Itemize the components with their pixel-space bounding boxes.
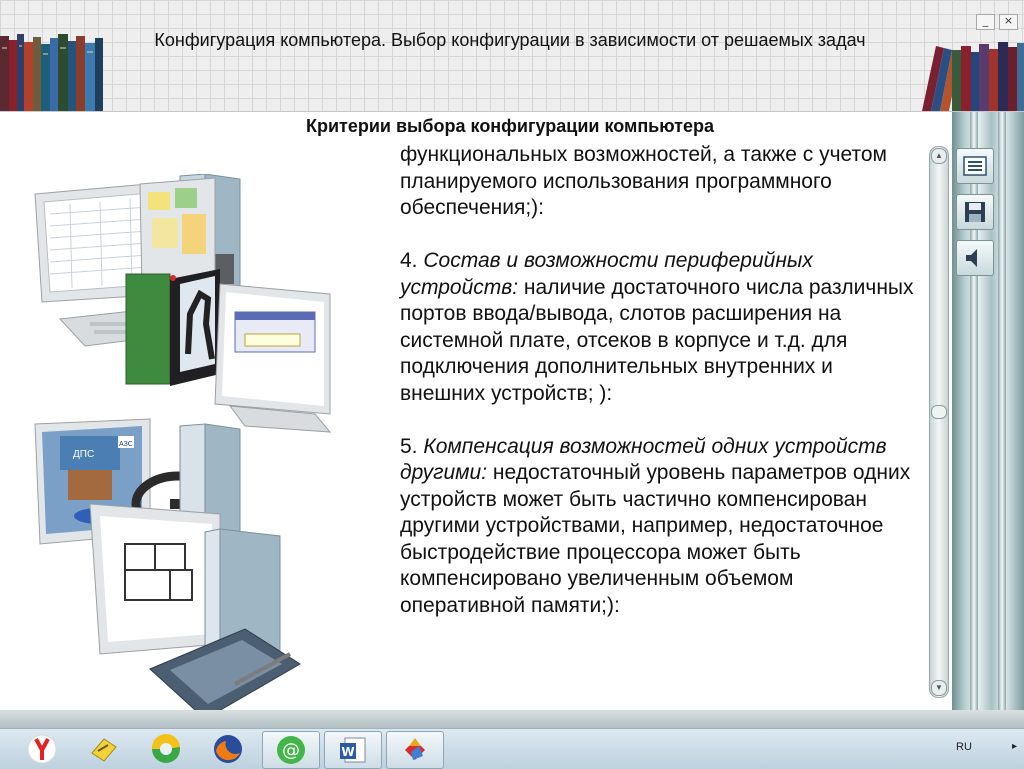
language-indicator[interactable]: RU xyxy=(956,741,972,753)
taskbar: @ W RU ▸ xyxy=(0,728,1024,769)
window-header: Конфигурация компьютера. Выбор конфигура… xyxy=(0,0,1024,112)
contents-button[interactable] xyxy=(956,148,994,184)
paragraph-1-text: функциональных возможностей, а также с у… xyxy=(400,143,887,219)
paragraph-2: 4. Состав и возможности периферийных уст… xyxy=(400,248,920,407)
paragraph-1: функциональных возможностей, а также с у… xyxy=(400,142,920,222)
bookshelf-right-decoration xyxy=(922,42,1024,111)
mail-agent-icon: @ xyxy=(277,736,305,764)
player-bottom-strip xyxy=(0,710,1024,730)
panel-pipe-decoration xyxy=(998,112,1006,710)
scroll-thumb[interactable] xyxy=(931,405,947,419)
scroll-up-button[interactable]: ▲ xyxy=(931,148,947,164)
paragraph-3-text: недостаточный уровень параметров одних у… xyxy=(400,461,911,617)
contents-list-icon xyxy=(963,156,987,176)
window-controls: _ × xyxy=(976,14,1018,30)
firefox-icon xyxy=(214,735,242,763)
yandex-browser-icon xyxy=(27,734,57,764)
graphics-workstation xyxy=(125,269,220,386)
gas-station-sign-label: АЗС xyxy=(119,441,133,448)
bookshelf-left-decoration xyxy=(0,34,103,111)
taskbar-app-5[interactable]: @ xyxy=(262,731,320,769)
taskbar-app-2[interactable] xyxy=(76,731,132,767)
save-disk-icon xyxy=(965,202,985,222)
criteria-text: функциональных возможностей, а также с у… xyxy=(400,142,920,619)
office-monitor xyxy=(214,283,332,433)
scroll-down-button[interactable]: ▼ xyxy=(931,680,947,696)
taskbar-app-7[interactable] xyxy=(386,731,444,769)
computer-configurations-illustration: ДПС АЗС xyxy=(34,174,332,720)
minimize-button[interactable]: _ xyxy=(976,14,995,30)
tools-panel xyxy=(952,112,1024,710)
section-title: Критерии выбора конфигурации компьютера xyxy=(305,116,715,136)
speaker-icon xyxy=(966,249,977,267)
paragraph-2-number: 4. xyxy=(400,249,424,272)
taskbar-app-4[interactable] xyxy=(200,731,256,767)
svg-text:W: W xyxy=(341,745,354,759)
word-icon: W xyxy=(340,737,366,763)
taskbar-app-1[interactable] xyxy=(14,731,70,767)
window-title: Конфигурация компьютера. Выбор конфигура… xyxy=(154,30,866,50)
chrome-like-browser-icon xyxy=(151,733,180,763)
content-area: Критерии выбора конфигурации компьютера xyxy=(0,112,952,720)
svg-text:@: @ xyxy=(282,740,300,761)
paragraph-3: 5. Компенсация возможностей одних устрой… xyxy=(400,434,920,620)
save-button[interactable] xyxy=(956,194,994,230)
vertical-scrollbar[interactable]: ▲ ▼ xyxy=(929,146,949,698)
police-label: ДПС xyxy=(73,449,94,460)
paragraph-3-number: 5. xyxy=(400,434,424,458)
presentation-app-icon xyxy=(405,738,425,760)
taskbar-app-3[interactable] xyxy=(138,731,194,767)
cad-monitor xyxy=(89,503,221,655)
taskbar-app-6[interactable]: W xyxy=(324,731,382,769)
file-manager-icon xyxy=(91,738,117,762)
close-button[interactable]: × xyxy=(999,14,1018,30)
sound-button[interactable] xyxy=(956,240,994,276)
tray-expand-icon[interactable]: ▸ xyxy=(1012,741,1017,752)
